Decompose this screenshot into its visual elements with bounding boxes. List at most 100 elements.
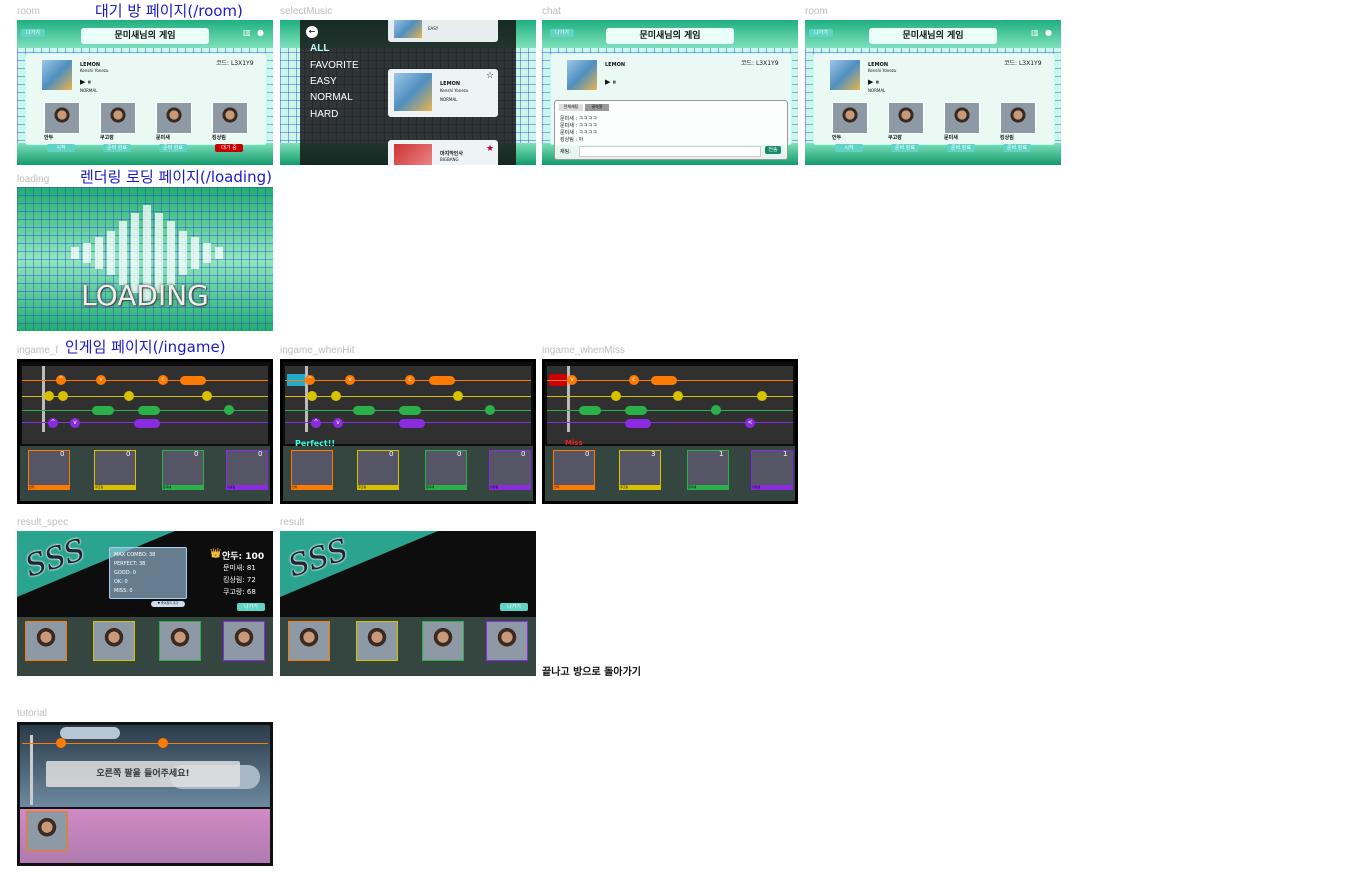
rank-line: 킹상림: 72	[223, 576, 256, 584]
back-icon[interactable]: ←	[306, 26, 318, 38]
menu-easy[interactable]: EASY	[310, 76, 337, 87]
note: v	[333, 418, 343, 428]
send-button[interactable]: 전송	[765, 146, 781, 154]
player-avatar	[1000, 102, 1036, 134]
ready-button[interactable]: 준비 완료	[891, 144, 919, 152]
start-button[interactable]: 시작	[47, 144, 75, 152]
leave-button[interactable]: 나가기	[550, 29, 574, 37]
song-item-lemon[interactable]: LEMON Kenshi Yonezu NORMAL ☆	[388, 69, 498, 117]
song-difficulty: EASY	[428, 26, 439, 31]
back-to-room-caption: 끝나고 방으로 돌아가기	[542, 667, 641, 678]
chat-input[interactable]	[579, 146, 761, 157]
player-score: 3	[651, 450, 656, 458]
chat-line: 문미새 : ㅋㅋㅋㅋ	[560, 123, 598, 129]
menu-hard[interactable]: HARD	[310, 109, 338, 120]
player-cam	[26, 811, 68, 851]
stats-panel: MAX COMBO: 38 PERFECT: 38 GOOD: 0 OK: 0 …	[109, 547, 187, 599]
rank-line: 쿠고랑: 68	[223, 588, 256, 596]
tab-all-chat[interactable]: 전체채팅	[559, 104, 583, 111]
book-icon[interactable]: ▥	[243, 28, 251, 37]
player-name: 문미새	[944, 135, 958, 141]
leave-button[interactable]: 나가기	[237, 603, 265, 611]
result-frame: SSS 나가기	[280, 531, 536, 676]
start-button[interactable]: 시작	[835, 144, 863, 152]
ready-button[interactable]: 준비 완료	[159, 144, 187, 152]
long-note	[651, 376, 677, 385]
ready-button[interactable]: 준비 완료	[1003, 144, 1031, 152]
song-title: 마지막인사	[440, 151, 464, 157]
player-cam	[288, 621, 330, 661]
song-item[interactable]: EASY	[388, 20, 498, 42]
frame-label-tutorial: tutorial	[17, 708, 48, 719]
player-cam	[223, 621, 265, 661]
leave-button[interactable]: 나가기	[500, 603, 528, 611]
user-icon[interactable]: ●	[1045, 28, 1052, 37]
note: ^	[311, 418, 321, 428]
chat-frame: 나가기 문미새님의 게임 LEMON ▶ ⏸ 코드: L3X1Y9 전체채팅 귓…	[542, 20, 798, 165]
player-avatar	[832, 102, 868, 134]
long-note	[579, 406, 601, 415]
leave-button[interactable]: 나가기	[21, 29, 45, 37]
long-note	[134, 419, 160, 428]
song-artist: Kenshi Yonezu	[868, 68, 897, 73]
player-avatar	[156, 102, 192, 134]
favorite-button[interactable]: ♥ 즐겨찾기 추가	[151, 601, 185, 607]
note	[224, 405, 234, 415]
stat-line: GOOD: 0	[114, 570, 137, 576]
frame-label-room-2: room	[805, 6, 828, 17]
ready-button[interactable]: 준비 완료	[103, 144, 131, 152]
play-pause-icon[interactable]: ▶ ⏸	[80, 78, 91, 87]
favorite-star-icon[interactable]: ☆	[486, 71, 494, 81]
long-note	[180, 376, 206, 385]
player-score: 0	[194, 450, 199, 458]
tab-whisper[interactable]: 귓속말	[585, 104, 609, 111]
play-pause-icon[interactable]: ▶ ⏸	[605, 78, 616, 87]
menu-normal[interactable]: NORMAL	[310, 92, 353, 103]
note	[58, 391, 68, 401]
frame-label-ingame-miss: ingame_whenMiss	[542, 345, 625, 356]
menu-favorite[interactable]: FAVORITE	[310, 60, 359, 71]
room-title: 문미새님의 게임	[81, 28, 209, 44]
note	[331, 391, 341, 401]
tutorial-frame: 오른쪽 팔을 들어주세요!	[17, 722, 273, 866]
player-score: 0	[389, 450, 394, 458]
leave-button[interactable]: 나가기	[809, 29, 833, 37]
note	[711, 405, 721, 415]
note	[124, 391, 134, 401]
book-icon[interactable]: ▥	[1031, 28, 1039, 37]
long-note	[429, 376, 455, 385]
room-panel: LEMON Kenshi Yonezu ▶ ⏸ NORMAL 코드: L3X1Y…	[25, 53, 267, 145]
song-difficulty: NORMAL	[80, 88, 98, 93]
note: c	[158, 375, 168, 385]
player-avatar	[212, 102, 248, 134]
note: <	[745, 418, 755, 428]
ready-button[interactable]: 준비 완료	[947, 144, 975, 152]
waiting-button[interactable]: 대기 중	[215, 144, 243, 152]
judgement-text: Perfect!!	[295, 439, 336, 448]
song-title: LEMON	[605, 62, 626, 68]
loading-text: LOADING	[81, 279, 209, 312]
frame-label-room: room	[17, 6, 40, 17]
player-name: 안두	[832, 135, 842, 141]
menu-all[interactable]: ALL	[310, 43, 329, 54]
long-note	[625, 419, 651, 428]
note: c	[405, 375, 415, 385]
song-cover	[42, 60, 72, 90]
crown-icon: 👑	[210, 549, 222, 559]
player-cam	[93, 621, 135, 661]
song-item-last[interactable]: 마지막인사 BIGBANG ★	[388, 140, 498, 165]
player-score: 0	[585, 450, 590, 458]
song-artist: Kenshi Yonezu	[440, 88, 469, 93]
room-title: 문미새님의 게임	[869, 28, 997, 44]
song-title: LEMON	[440, 81, 461, 87]
room-code: 코드: L3X1Y9	[741, 60, 779, 67]
tutorial-instruction: 오른쪽 팔을 들어주세요!	[46, 761, 240, 787]
favorite-star-icon[interactable]: ★	[486, 144, 494, 154]
player-cam: 안두	[291, 450, 333, 490]
player-cam	[486, 621, 528, 661]
play-pause-icon[interactable]: ▶ ⏸	[868, 78, 879, 87]
user-icon[interactable]: ●	[257, 28, 264, 37]
rank-line: 문미새: 81	[223, 564, 256, 572]
frame-label-result: result	[280, 517, 305, 528]
result-spec-frame: SSS MAX COMBO: 38 PERFECT: 38 GOOD: 0 OK…	[17, 531, 273, 676]
